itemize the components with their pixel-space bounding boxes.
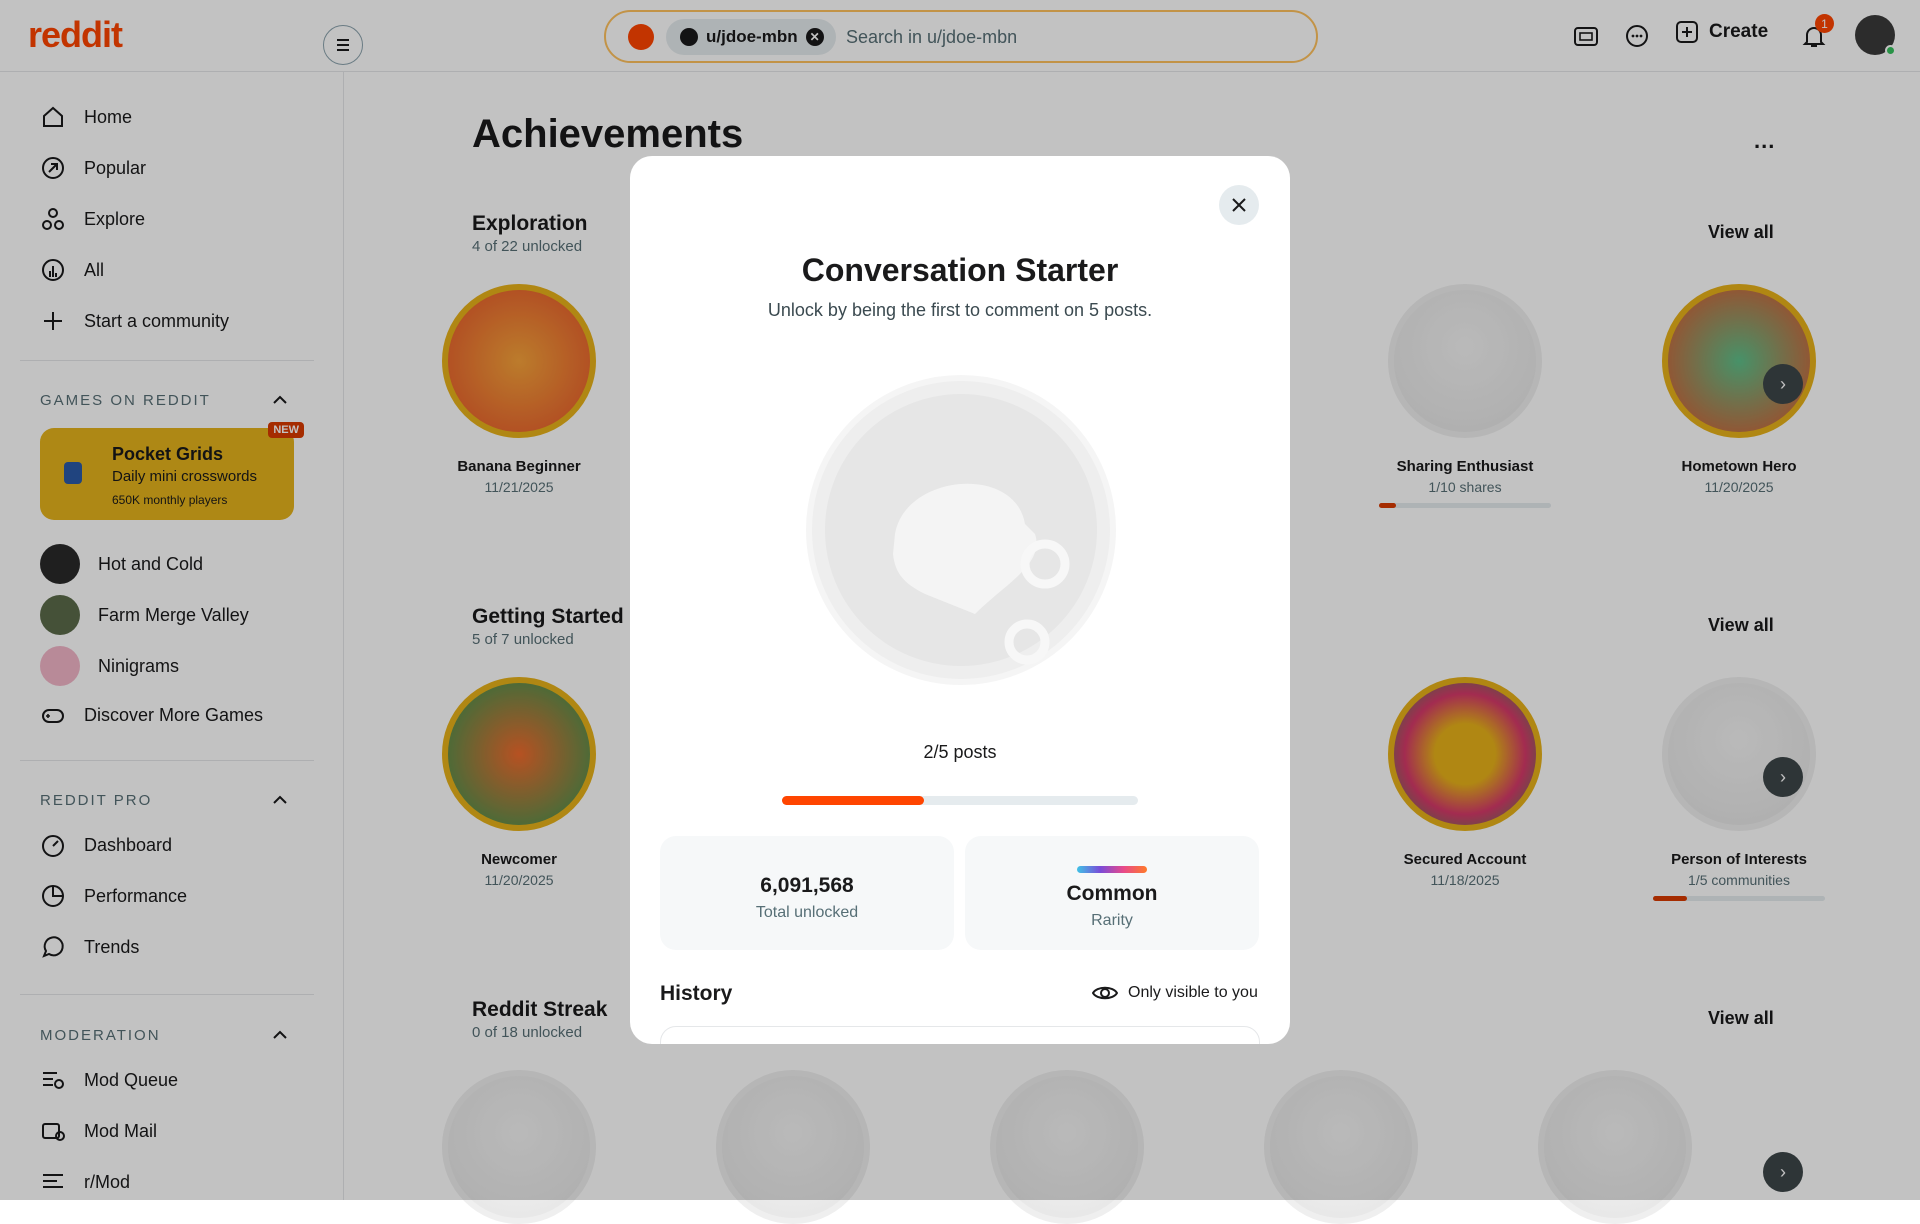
- modal-description: Unlock by being the first to comment on …: [767, 300, 1153, 320]
- rarity-gradient-bar: [1077, 866, 1147, 873]
- total-unlocked-value: 6,091,568: [760, 874, 854, 897]
- total-unlocked-card: 6,091,568 Total unlocked: [660, 836, 954, 950]
- progress-bar: [782, 796, 1138, 805]
- visibility-note: Only visible to you: [1092, 984, 1258, 1002]
- achievement-modal: Conversation Starter Unlock by being the…: [630, 156, 1290, 1044]
- visibility-label: Only visible to you: [1128, 984, 1258, 1001]
- progress-fill: [782, 796, 925, 805]
- modal-title: Conversation Starter: [801, 252, 1119, 288]
- rarity-card: Common Rarity: [965, 836, 1259, 950]
- close-modal-button[interactable]: [1219, 185, 1259, 225]
- eye-icon: [1092, 986, 1118, 1000]
- history-title: History: [660, 982, 733, 1005]
- conversation-starter-medal-icon: [806, 375, 1116, 685]
- close-icon: [1232, 198, 1246, 212]
- rarity-label: Rarity: [1091, 912, 1133, 929]
- progress-text: 2/5 posts: [923, 742, 997, 762]
- rarity-value: Common: [1066, 882, 1158, 905]
- total-unlocked-label: Total unlocked: [755, 904, 859, 921]
- history-list: [660, 1026, 1260, 1044]
